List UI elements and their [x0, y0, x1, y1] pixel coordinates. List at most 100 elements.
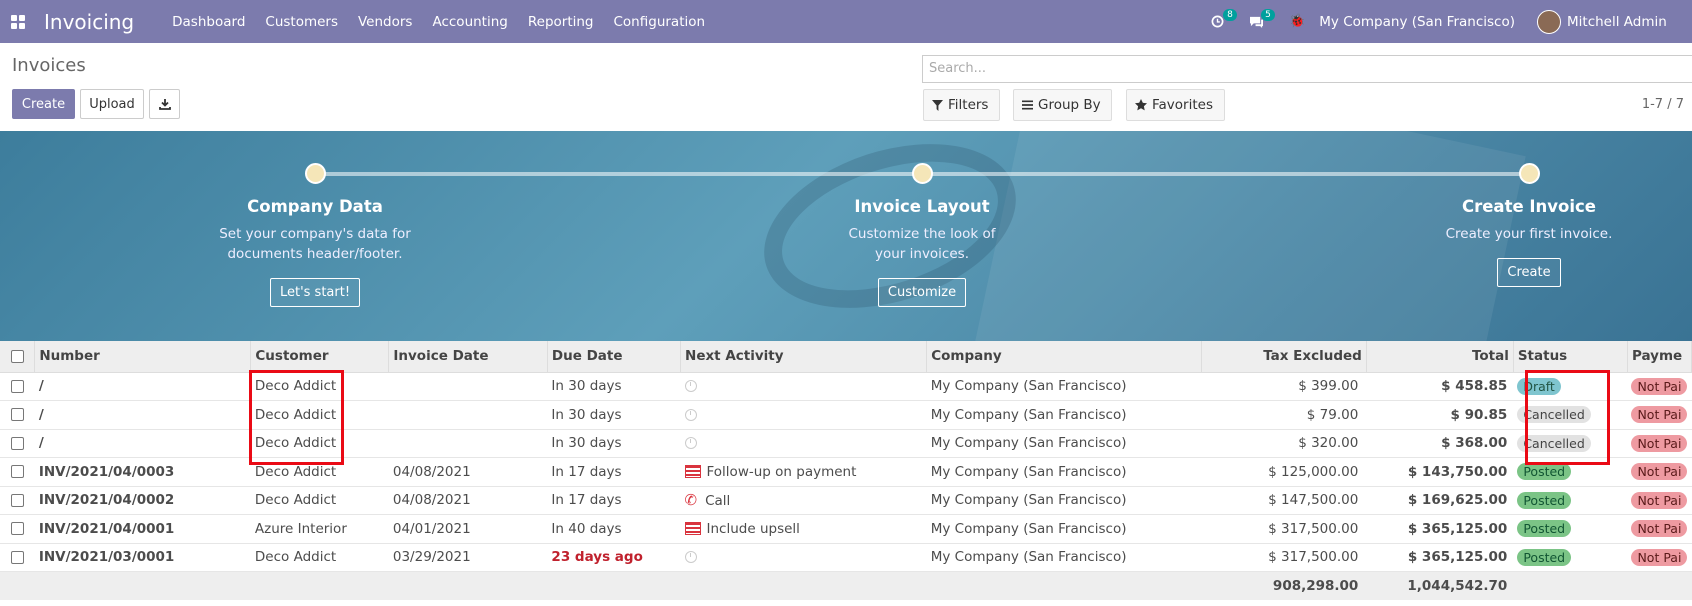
next-activity[interactable]: Follow-up on payment	[680, 457, 927, 487]
invoice-date[interactable]	[388, 372, 548, 401]
company-switcher[interactable]: My Company (San Francisco)	[1319, 14, 1515, 30]
invoice-number[interactable]: INV/2021/04/0001	[34, 514, 251, 544]
payment-cell[interactable]: Not Pai	[1627, 543, 1692, 572]
column-header-number[interactable]: Number	[34, 341, 252, 373]
customer-name[interactable]: Azure Interior	[250, 514, 389, 544]
status-cell[interactable]: Cancelled	[1513, 429, 1628, 458]
row-checkbox[interactable]	[0, 429, 35, 458]
next-activity[interactable]	[680, 429, 927, 458]
due-date[interactable]: In 30 days	[547, 400, 681, 430]
customer-name[interactable]: Deco Addict	[250, 457, 389, 487]
company-name[interactable]: My Company (San Francisco)	[926, 400, 1202, 430]
clock-icon[interactable]	[684, 437, 697, 450]
customer-name[interactable]: Deco Addict	[250, 429, 389, 458]
app-brand[interactable]: Invoicing	[44, 10, 134, 34]
invoice-number[interactable]: INV/2021/04/0003	[34, 457, 251, 487]
status-cell[interactable]: Cancelled	[1513, 400, 1628, 430]
invoice-number[interactable]: /	[34, 372, 251, 401]
company-name[interactable]: My Company (San Francisco)	[926, 514, 1202, 544]
customer-name[interactable]: Deco Addict	[250, 372, 389, 401]
tax-excluded[interactable]: $ 147,500.00	[1201, 486, 1367, 515]
next-activity[interactable]	[680, 372, 927, 401]
user-avatar[interactable]	[1537, 9, 1561, 34]
menu-reporting[interactable]: Reporting	[528, 14, 594, 30]
column-header-invoice-date[interactable]: Invoice Date	[388, 341, 548, 373]
company-name[interactable]: My Company (San Francisco)	[926, 457, 1202, 487]
menu-dashboard[interactable]: Dashboard	[172, 14, 245, 30]
row-checkbox[interactable]	[0, 372, 35, 401]
column-header-payment[interactable]: Payme	[1627, 341, 1692, 373]
table-row[interactable]: / Deco Addict In 30 days My Company (San Fr…	[0, 372, 1692, 401]
due-date[interactable]: In 17 days	[547, 457, 681, 487]
column-header-status[interactable]: Status	[1513, 341, 1628, 373]
row-checkbox[interactable]	[0, 486, 35, 515]
company-name[interactable]: My Company (San Francisco)	[926, 486, 1202, 515]
company-name[interactable]: My Company (San Francisco)	[926, 372, 1202, 401]
payment-cell[interactable]: Not Pai	[1627, 514, 1692, 544]
task-icon[interactable]	[684, 465, 701, 479]
row-checkbox[interactable]	[0, 457, 35, 487]
customer-name[interactable]: Deco Addict	[250, 400, 389, 430]
invoice-number[interactable]: INV/2021/03/0001	[34, 543, 251, 572]
clock-icon[interactable]	[684, 551, 697, 564]
download-button[interactable]	[149, 89, 180, 119]
clock-icon[interactable]	[684, 380, 697, 393]
column-header-company[interactable]: Company	[926, 341, 1203, 373]
total-amount[interactable]: $ 90.85	[1366, 400, 1514, 430]
column-header-tax-excluded[interactable]: Tax Excluded	[1201, 341, 1367, 373]
row-checkbox[interactable]	[0, 543, 35, 572]
status-cell[interactable]: Posted	[1513, 457, 1628, 487]
next-activity[interactable]: Include upsell	[680, 514, 927, 544]
tax-excluded[interactable]: $ 320.00	[1201, 429, 1367, 458]
menu-customers[interactable]: Customers	[265, 14, 338, 30]
invoice-date[interactable]: 04/01/2021	[388, 514, 548, 544]
create-button[interactable]: Create	[12, 89, 75, 119]
row-checkbox[interactable]	[0, 400, 35, 430]
user-menu[interactable]: Mitchell Admin	[1567, 14, 1692, 30]
customer-name[interactable]: Deco Addict	[250, 543, 389, 572]
due-date[interactable]: 23 days ago	[547, 543, 681, 572]
company-name[interactable]: My Company (San Francisco)	[926, 543, 1202, 572]
invoice-date[interactable]: 04/08/2021	[388, 457, 548, 487]
column-header-next-activity[interactable]: Next Activity	[680, 341, 928, 373]
column-header-due-date[interactable]: Due Date	[547, 341, 682, 373]
clock-icon[interactable]	[684, 408, 697, 421]
payment-cell[interactable]: Not Pai	[1627, 429, 1692, 458]
invoice-date[interactable]	[388, 400, 548, 430]
total-amount[interactable]: $ 365,125.00	[1366, 514, 1514, 544]
phone-icon[interactable]: ✆	[685, 491, 698, 509]
total-amount[interactable]: $ 458.85	[1366, 372, 1514, 401]
activity-button[interactable]: 8	[1211, 8, 1239, 32]
activity-label[interactable]: Include upsell	[707, 521, 800, 537]
next-activity[interactable]	[680, 400, 927, 430]
activity-label[interactable]: Call	[705, 493, 730, 509]
row-checkbox[interactable]	[0, 514, 35, 544]
due-date[interactable]: In 30 days	[547, 372, 681, 401]
table-row[interactable]: INV/2021/04/0002 Deco Addict 04/08/2021 In …	[0, 486, 1692, 515]
invoice-number[interactable]: /	[34, 400, 251, 430]
table-row[interactable]: / Deco Addict In 30 days My Company (San Fr…	[0, 429, 1692, 458]
create-invoice-button[interactable]: Create	[1497, 258, 1561, 287]
total-amount[interactable]: $ 169,625.00	[1366, 486, 1514, 515]
status-cell[interactable]: Draft	[1513, 372, 1628, 401]
status-cell[interactable]: Posted	[1513, 486, 1628, 515]
total-amount[interactable]: $ 143,750.00	[1366, 457, 1514, 487]
table-row[interactable]: INV/2021/04/0001 Azure Interior 04/01/2021…	[0, 514, 1692, 544]
payment-cell[interactable]: Not Pai	[1627, 486, 1692, 515]
due-date[interactable]: In 17 days	[547, 486, 681, 515]
column-header-total[interactable]: Total	[1366, 341, 1514, 373]
filters-button[interactable]: Filters	[923, 89, 1000, 121]
tax-excluded[interactable]: $ 317,500.00	[1201, 543, 1367, 572]
customize-button[interactable]: Customize	[877, 278, 967, 307]
group-by-button[interactable]: Group By	[1013, 89, 1112, 121]
invoice-number[interactable]: /	[34, 429, 251, 458]
payment-cell[interactable]: Not Pai	[1627, 400, 1692, 430]
invoice-date[interactable]	[388, 429, 548, 458]
next-activity[interactable]: ✆ Call	[680, 486, 927, 515]
upload-button[interactable]: Upload	[80, 89, 144, 119]
menu-accounting[interactable]: Accounting	[432, 14, 507, 30]
apps-menu-icon[interactable]	[6, 10, 30, 34]
table-row[interactable]: INV/2021/04/0003 Deco Addict 04/08/2021 In …	[0, 457, 1692, 487]
invoice-date[interactable]: 04/08/2021	[388, 486, 548, 515]
tax-excluded[interactable]: $ 317,500.00	[1201, 514, 1367, 544]
